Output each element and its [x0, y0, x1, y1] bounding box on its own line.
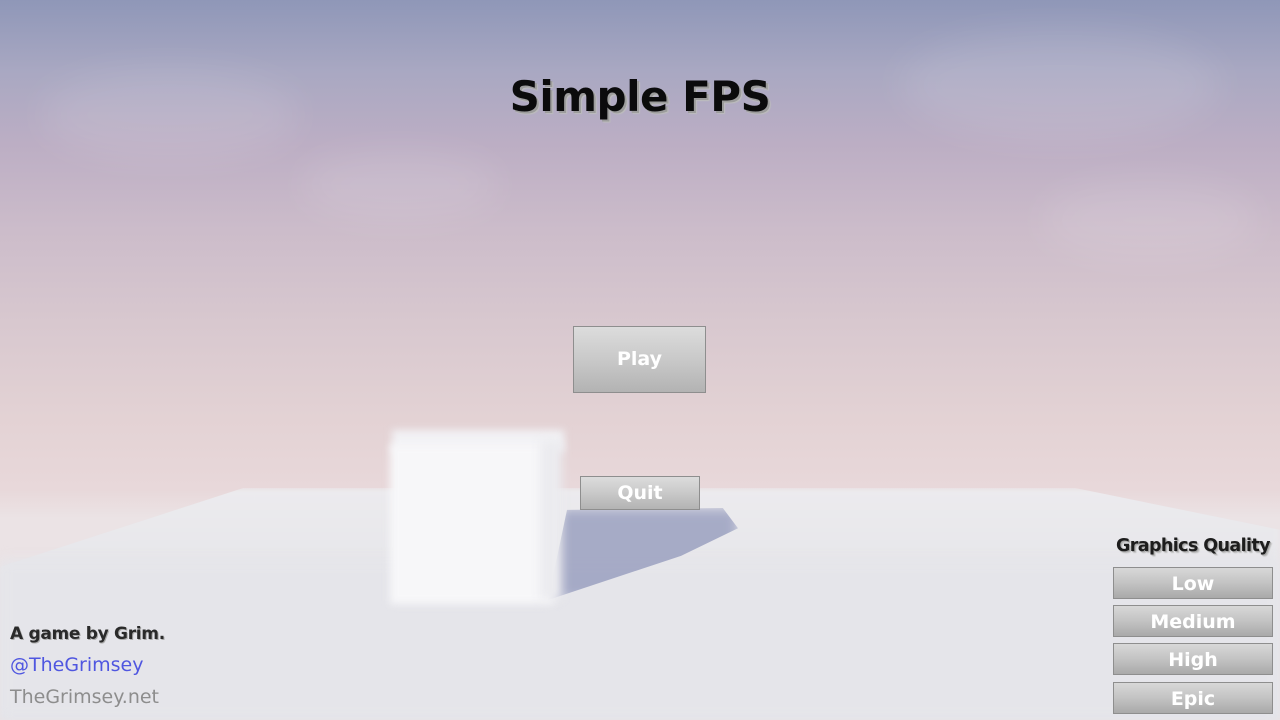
play-button[interactable]: Play — [573, 326, 706, 393]
author-credit: A game by Grim. — [10, 624, 165, 644]
graphics-quality-heading: Graphics Quality — [1116, 536, 1271, 556]
game-title: Simple FPS — [509, 72, 771, 121]
graphics-quality-medium-button[interactable]: Medium — [1113, 605, 1273, 637]
graphics-quality-epic-button[interactable]: Epic — [1113, 682, 1273, 714]
twitter-link[interactable]: @TheGrimsey — [10, 654, 144, 676]
floor-haze — [0, 560, 1280, 720]
cube — [390, 444, 554, 604]
quit-button[interactable]: Quit — [580, 476, 700, 510]
cube-side — [540, 440, 562, 600]
graphics-quality-low-button[interactable]: Low — [1113, 567, 1273, 599]
cloud — [300, 150, 500, 220]
cloud — [1040, 180, 1260, 260]
website-link[interactable]: TheGrimsey.net — [10, 686, 159, 708]
graphics-quality-high-button[interactable]: High — [1113, 643, 1273, 675]
